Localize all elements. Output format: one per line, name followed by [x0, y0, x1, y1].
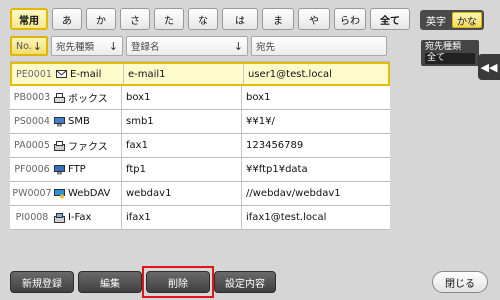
close-button[interactable]: 閉じる — [432, 271, 488, 293]
row-address: //webdav/webdav1 — [246, 188, 341, 199]
table-row[interactable]: PF0006 FTP ftp1 ¥¥ftp1¥data — [10, 158, 390, 182]
edit-button[interactable]: 編集 — [78, 271, 142, 293]
column-no-label: No. — [16, 40, 32, 52]
fax-icon — [54, 140, 65, 151]
table-row[interactable]: PI0008 I-Fax ifax1 ifax1@test.local — [10, 206, 390, 230]
tab-ka[interactable]: か — [86, 8, 116, 30]
delete-button-highlight — [142, 266, 214, 298]
row-no: PS0004 — [14, 116, 50, 127]
tab-ya[interactable]: や — [298, 8, 330, 30]
address-book-screen: 常用 あ か さ た な は ま や らわ 全て 英字 かな No. ↓ 宛先種… — [0, 0, 500, 300]
sort-arrow-icon: ↓ — [108, 39, 118, 53]
row-type: ボックス — [54, 86, 122, 109]
row-type-label: ボックス — [68, 94, 108, 105]
row-type-label: I-Fax — [68, 212, 92, 223]
row-address: 123456789 — [246, 140, 304, 151]
row-type: ファクス — [54, 134, 122, 157]
email-icon — [56, 70, 67, 78]
row-type-label: SMB — [68, 116, 90, 127]
filter-label: 宛先種類 — [425, 42, 462, 52]
table-row[interactable]: PW0007 WebDAV webdav1 //webdav/webdav1 — [10, 182, 390, 206]
smb-icon — [54, 116, 65, 126]
column-type-label: 宛先種類 — [56, 42, 95, 53]
sort-arrow-icon: ↓ — [32, 39, 42, 53]
row-address: ¥¥1¥/ — [246, 116, 275, 127]
column-address[interactable]: 宛先 — [251, 36, 387, 56]
row-address: user1@test.local — [248, 68, 332, 80]
table-body: PE0001 E-mail e-mail1 user1@test.local P… — [10, 61, 390, 230]
row-address: ifax1@test.local — [246, 212, 327, 223]
row-type-label: WebDAV — [68, 188, 111, 199]
row-reg-name: webdav1 — [122, 182, 242, 205]
column-reg-name[interactable]: 登録名 ↓ — [126, 36, 248, 56]
row-type: WebDAV — [54, 182, 122, 205]
input-mode-toggle: 英字 かな — [420, 10, 484, 30]
new-register-button[interactable]: 新規登録 — [10, 271, 74, 293]
ifax-icon — [54, 212, 65, 223]
row-address: box1 — [246, 92, 271, 103]
table-row[interactable]: PS0004 SMB smb1 ¥¥1¥/ — [10, 110, 390, 134]
tab-frequent[interactable]: 常用 — [10, 8, 48, 30]
row-type: SMB — [54, 110, 122, 133]
tab-ma[interactable]: ま — [262, 8, 294, 30]
ftp-icon — [54, 164, 65, 174]
table-row[interactable]: PA0005 ファクス fax1 123456789 — [10, 134, 390, 158]
box-icon — [54, 92, 65, 103]
double-chevron-left-icon: ◀◀ — [480, 60, 498, 74]
row-type: I-Fax — [54, 206, 122, 229]
row-reg-name: ftp1 — [122, 158, 242, 181]
column-no[interactable]: No. ↓ — [10, 36, 48, 56]
mode-alpha[interactable]: 英字 — [422, 12, 450, 28]
row-type-label: FTP — [68, 164, 86, 175]
table-header: No. ↓ 宛先種類 ↓ 登録名 ↓ 宛先 — [10, 36, 390, 56]
row-reg-name: e-mail1 — [124, 64, 244, 84]
webdav-icon — [54, 188, 65, 198]
row-no: PE0001 — [16, 68, 52, 80]
row-no: PI0008 — [15, 212, 49, 223]
row-type-label: E-mail — [70, 68, 102, 80]
tab-all[interactable]: 全て — [370, 8, 410, 30]
mode-kana[interactable]: かな — [452, 12, 482, 28]
tab-a[interactable]: あ — [52, 8, 82, 30]
address-table: No. ↓ 宛先種類 ↓ 登録名 ↓ 宛先 PE0001 E-mail e-ma… — [10, 36, 390, 230]
column-reg-name-label: 登録名 — [131, 42, 160, 53]
settings-button[interactable]: 設定内容 — [214, 271, 276, 293]
row-no: PF0006 — [14, 164, 50, 175]
column-type[interactable]: 宛先種類 ↓ — [51, 36, 123, 56]
row-reg-name: smb1 — [122, 110, 242, 133]
row-no: PA0005 — [14, 140, 50, 151]
row-no: PB0003 — [13, 92, 51, 103]
filter-value: 全て — [425, 53, 475, 64]
tab-sa[interactable]: さ — [120, 8, 150, 30]
tab-na[interactable]: な — [188, 8, 218, 30]
row-address: ¥¥ftp1¥data — [246, 164, 308, 175]
tab-ha[interactable]: は — [222, 8, 258, 30]
row-type-label: ファクス — [68, 142, 108, 153]
row-no: PW0007 — [12, 188, 52, 199]
column-address-label: 宛先 — [256, 42, 276, 53]
sort-arrow-icon: ↓ — [233, 39, 243, 53]
table-row[interactable]: PE0001 E-mail e-mail1 user1@test.local — [10, 62, 390, 86]
table-row[interactable]: PB0003 ボックス box1 box1 — [10, 86, 390, 110]
row-reg-name: box1 — [122, 86, 242, 109]
tab-ta[interactable]: た — [154, 8, 184, 30]
collapse-panel-button[interactable]: ◀◀ — [478, 54, 500, 80]
row-reg-name: fax1 — [122, 134, 242, 157]
row-type: E-mail — [56, 64, 124, 84]
tab-rawa[interactable]: らわ — [334, 8, 366, 30]
row-type: FTP — [54, 158, 122, 181]
destination-type-filter[interactable]: 宛先種類 全て — [421, 40, 479, 66]
row-reg-name: ifax1 — [122, 206, 242, 229]
